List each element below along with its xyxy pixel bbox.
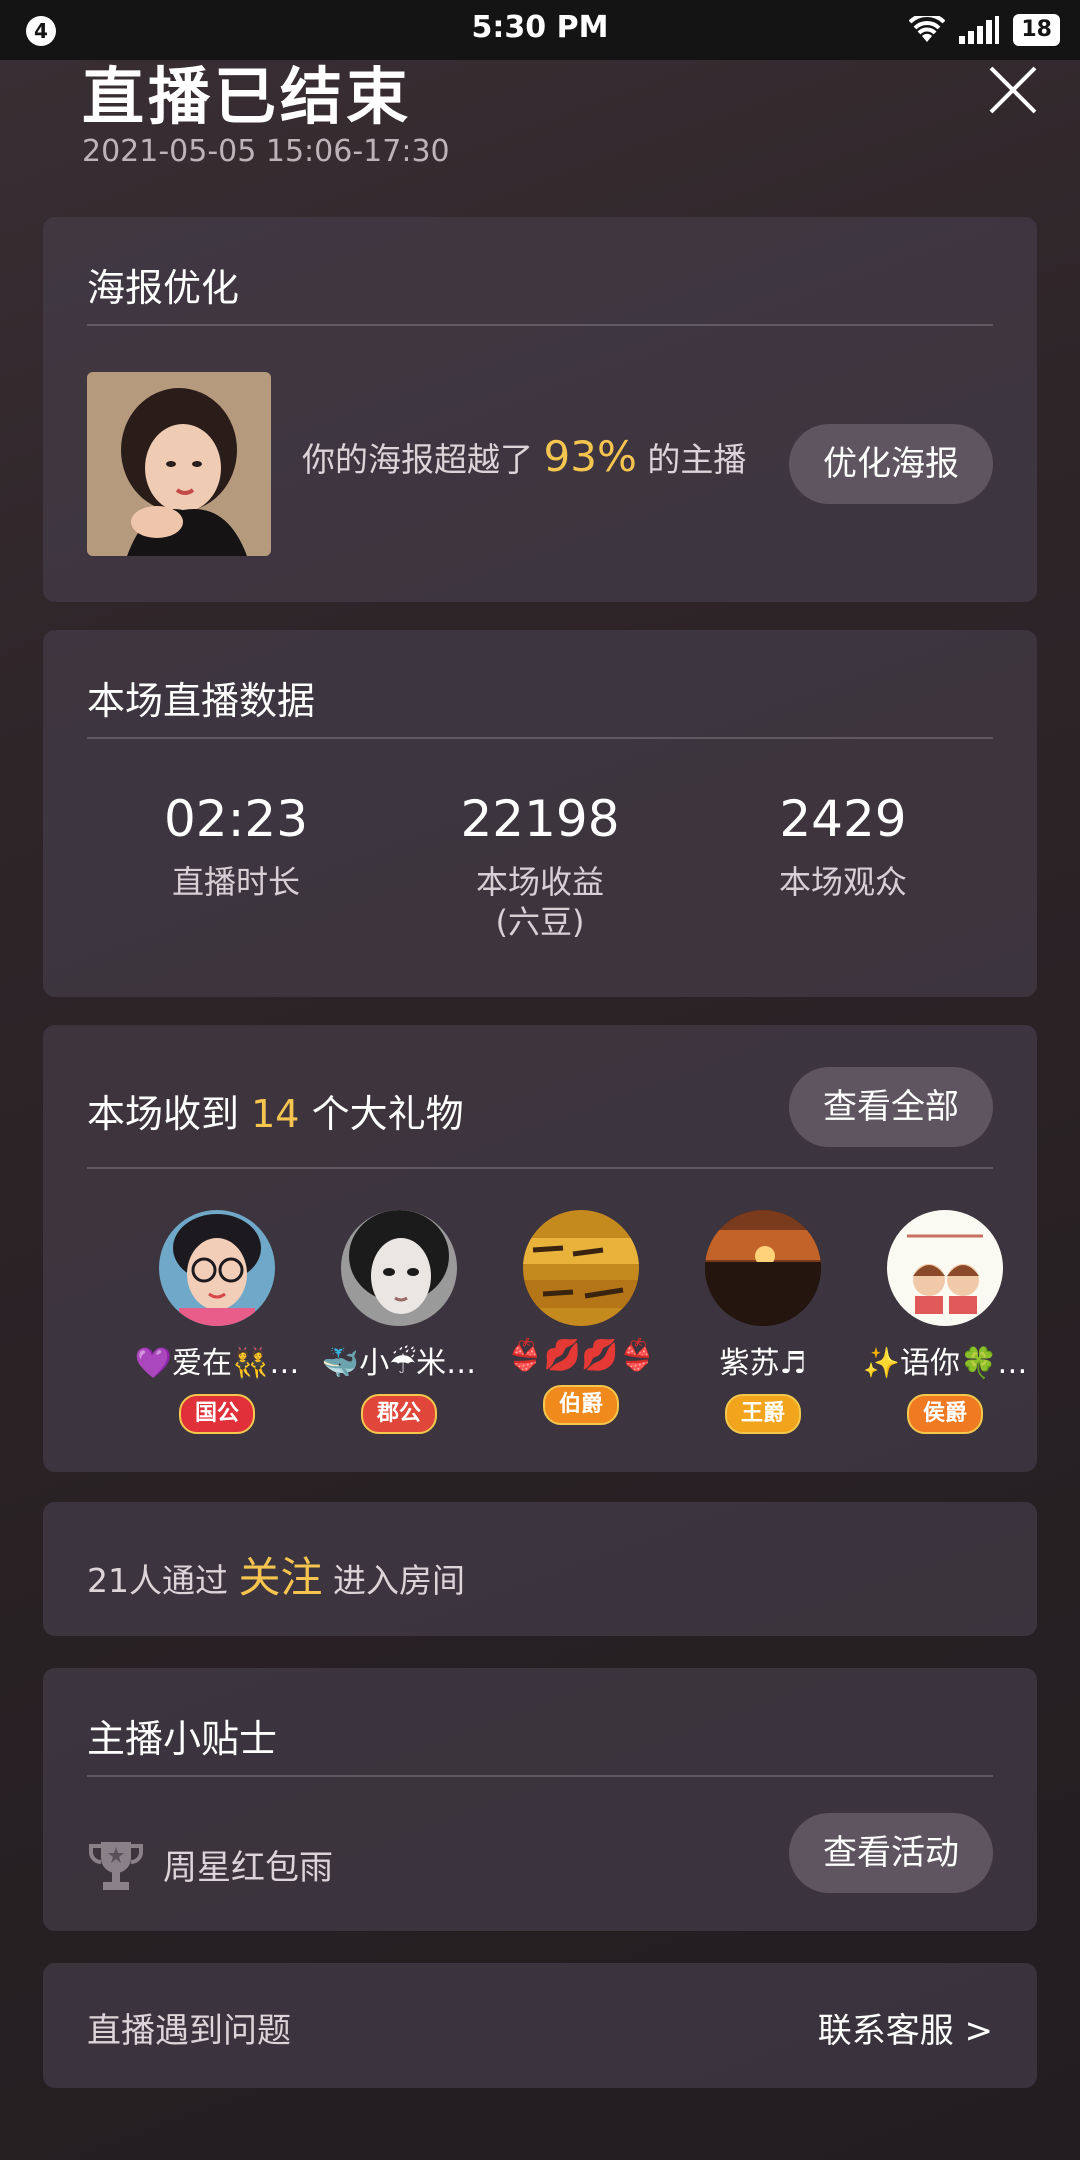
problem-text: 直播遇到问题 — [87, 2011, 291, 2051]
follow-text: 21人通过 关注 进入房间 — [87, 1553, 466, 1602]
tips-card-title: 主播小贴士 — [87, 1717, 278, 1761]
gift-user[interactable]: 紫苏♬ 王爵 — [673, 1210, 853, 1434]
signal-icon — [959, 16, 1000, 44]
gift-user-name: 👙💋💋👙 — [506, 1338, 656, 1373]
problem-card: 直播遇到问题 联系客服 > — [43, 1963, 1037, 2088]
avatar — [341, 1210, 457, 1326]
gift-user-name: ✨语你🍀… — [862, 1346, 1028, 1381]
live-time-range: 2021-05-05 15:06-17:30 — [82, 134, 450, 169]
stat-income: 22198 本场收益 (六豆) — [390, 790, 690, 942]
poster-card-title: 海报优化 — [87, 266, 240, 310]
stat-value: 2429 — [779, 790, 907, 848]
live-stats-card: 本场直播数据 02:23 直播时长 22198 本场收益 (六豆) 2429 本… — [43, 630, 1037, 997]
gift-user-name: 紫苏♬ — [719, 1346, 807, 1381]
divider — [87, 324, 993, 326]
poster-card: 海报优化 你的海报超越了 93% 的主播 优化海报 — [43, 217, 1037, 602]
rank-badge: 国公 — [178, 1394, 255, 1434]
trophy-icon — [89, 1842, 143, 1890]
avatar — [887, 1210, 1003, 1326]
page-title: 直播已结束 — [82, 60, 413, 133]
contact-support-link[interactable]: 联系客服 > — [818, 2003, 993, 2052]
poster-rank-text: 你的海报超越了 93% 的主播 — [302, 432, 747, 481]
rank-badge: 侯爵 — [906, 1394, 983, 1434]
rank-badge: 王爵 — [724, 1394, 801, 1434]
tips-card: 主播小贴士 周星红包雨 查看活动 — [43, 1668, 1037, 1931]
optimize-poster-button[interactable]: 优化海报 — [789, 424, 993, 504]
poster-thumbnail[interactable] — [87, 372, 271, 556]
follow-highlight: 关注 — [238, 1553, 323, 1602]
battery-icon: 18 — [1013, 14, 1060, 46]
stats-card-title: 本场直播数据 — [87, 679, 316, 723]
gifts-card-title: 本场收到 14 个大礼物 — [87, 1092, 464, 1136]
follow-card: 21人通过 关注 进入房间 — [43, 1502, 1037, 1636]
view-activity-button[interactable]: 查看活动 — [789, 1813, 993, 1893]
divider — [87, 1167, 993, 1169]
gift-count: 14 — [251, 1092, 300, 1136]
avatar — [523, 1210, 639, 1326]
gift-user[interactable]: ✨语你🍀… 侯爵 — [855, 1210, 1035, 1434]
stat-value: 22198 — [460, 790, 620, 848]
rank-badge: 郡公 — [360, 1394, 437, 1434]
gift-user[interactable]: 💜爱在👯… 国公 — [127, 1210, 307, 1434]
stat-duration: 02:23 直播时长 — [86, 790, 386, 902]
gift-user-name: 💜爱在👯… — [134, 1346, 300, 1381]
stat-label: 本场观众 — [778, 863, 907, 901]
stat-label: 本场收益 (六豆) — [475, 863, 604, 941]
close-icon[interactable] — [985, 62, 1041, 118]
rank-badge: 伯爵 — [542, 1385, 619, 1425]
gift-user[interactable]: 🐳小☔米… 郡公 — [309, 1210, 489, 1434]
gifts-card: 本场收到 14 个大礼物 查看全部 💜爱在👯… 国公 🐳小☔米… 郡公 👙💋💋👙… — [43, 1025, 1037, 1472]
avatar — [705, 1210, 821, 1326]
status-icons: 18 — [909, 12, 1060, 48]
stat-value: 02:23 — [163, 790, 309, 848]
divider — [87, 737, 993, 739]
poster-percent: 93% — [543, 432, 637, 481]
tip-item: 周星红包雨 — [163, 1848, 333, 1888]
gift-user[interactable]: 👙💋💋👙 伯爵 — [491, 1210, 671, 1425]
avatar — [159, 1210, 275, 1326]
stat-label: 直播时长 — [171, 863, 300, 901]
divider — [87, 1775, 993, 1777]
view-all-gifts-button[interactable]: 查看全部 — [789, 1067, 993, 1147]
wifi-icon — [909, 16, 946, 42]
gift-user-name: 🐳小☔米… — [321, 1346, 477, 1381]
stat-audience: 2429 本场观众 — [693, 790, 993, 902]
